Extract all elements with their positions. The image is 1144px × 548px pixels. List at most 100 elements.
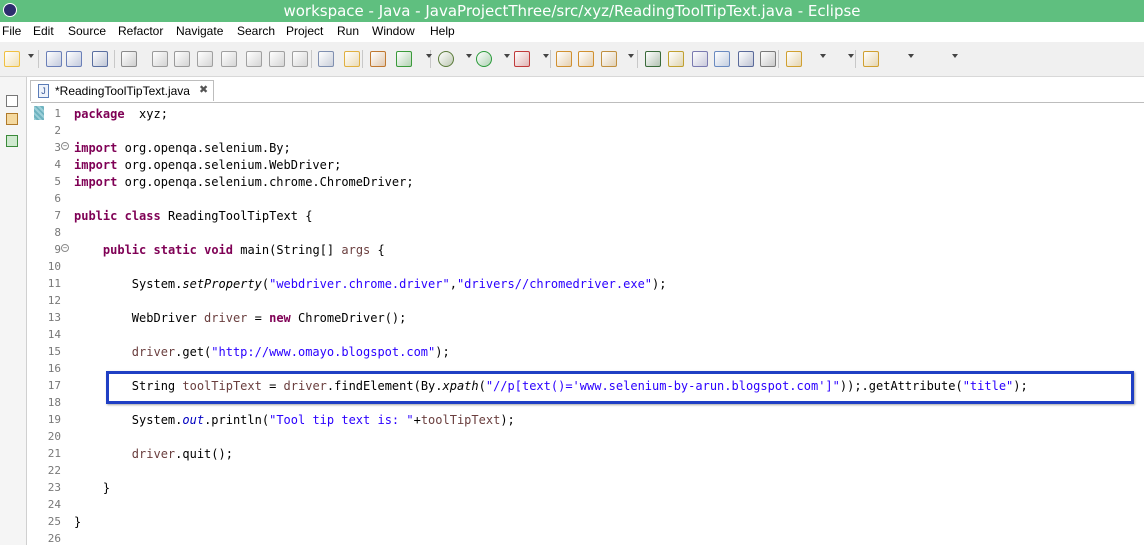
restore-icon[interactable] <box>6 95 18 107</box>
code-line[interactable]: 6 <box>31 191 1144 208</box>
code-line[interactable]: 10 <box>31 259 1144 276</box>
debug-icon[interactable] <box>438 51 454 67</box>
toolbar-separator <box>778 50 779 68</box>
line-number: 12 <box>47 294 61 307</box>
chevron-down-icon[interactable] <box>543 54 549 58</box>
code-editor[interactable]: 1 package xyz; 2 3− import org.openqa.seleni… <box>31 102 1144 546</box>
skip-breakpoints-icon[interactable] <box>121 51 137 67</box>
line-number: 1 <box>54 107 61 120</box>
new-icon[interactable] <box>4 51 20 67</box>
menu-navigate[interactable]: Navigate <box>176 24 223 38</box>
open-type-icon[interactable] <box>556 51 572 67</box>
resume-icon[interactable] <box>152 51 168 67</box>
new-java-package-icon[interactable] <box>370 51 386 67</box>
chevron-down-icon[interactable] <box>28 54 34 58</box>
code-line[interactable]: 14 <box>31 327 1144 344</box>
menu-source[interactable]: Source <box>68 24 106 38</box>
code-line[interactable]: 19 System.out.println("Tool tip text is:… <box>31 412 1144 429</box>
code-line[interactable]: 1 package xyz; <box>31 106 1144 123</box>
chevron-down-icon[interactable] <box>952 54 958 58</box>
next-annotation-icon[interactable] <box>714 51 730 67</box>
save-all-icon[interactable] <box>66 51 82 67</box>
code-line[interactable]: 2 <box>31 123 1144 140</box>
toolbar-separator <box>855 50 856 68</box>
code-line[interactable]: 12 <box>31 293 1144 310</box>
code-line[interactable]: 4 import org.openqa.selenium.WebDriver; <box>31 157 1144 174</box>
suspend-icon[interactable] <box>174 51 190 67</box>
code-line[interactable]: 23 } <box>31 480 1144 497</box>
hierarchy-icon[interactable] <box>6 135 18 147</box>
last-edit-location-icon[interactable] <box>760 51 776 67</box>
code-line[interactable]: 26 <box>31 531 1144 548</box>
line-number: 3 <box>54 141 61 154</box>
code-text: public class ReadingToolTipText { <box>74 209 313 223</box>
save-icon[interactable] <box>46 51 62 67</box>
step-over-icon[interactable] <box>269 51 285 67</box>
code-line[interactable]: 3− import org.openqa.selenium.By; <box>31 140 1144 157</box>
disconnect-icon[interactable] <box>221 51 237 67</box>
code-line[interactable]: 8 <box>31 225 1144 242</box>
package-explorer-icon[interactable] <box>6 113 18 125</box>
fold-toggle-icon[interactable]: − <box>61 244 69 252</box>
chevron-down-icon[interactable] <box>820 54 826 58</box>
line-number: 23 <box>47 481 61 494</box>
line-number: 19 <box>47 413 61 426</box>
search-icon[interactable] <box>601 51 617 67</box>
code-text: import org.openqa.selenium.WebDriver; <box>74 158 342 172</box>
step-return-icon[interactable] <box>292 51 308 67</box>
close-icon[interactable]: ✖ <box>199 83 208 96</box>
code-line[interactable]: 25} <box>31 514 1144 531</box>
menu-window[interactable]: Window <box>372 24 415 38</box>
chevron-down-icon[interactable] <box>628 54 634 58</box>
external-tools-icon[interactable] <box>514 51 530 67</box>
terminate-icon[interactable] <box>197 51 213 67</box>
step-into-icon[interactable] <box>246 51 262 67</box>
code-text: System.out.println("Tool tip text is: "+… <box>74 413 515 427</box>
run-icon[interactable] <box>476 51 492 67</box>
line-number: 16 <box>47 362 61 375</box>
menu-help[interactable]: Help <box>430 24 455 38</box>
menu-project[interactable]: Project <box>286 24 323 38</box>
code-line[interactable]: 24 <box>31 497 1144 514</box>
chevron-down-icon[interactable] <box>504 54 510 58</box>
toggle-block-selection-icon[interactable] <box>668 51 684 67</box>
drop-to-frame-icon[interactable] <box>318 51 334 67</box>
editor-tab[interactable]: J *ReadingToolTipText.java ✖ <box>30 80 214 101</box>
code-line[interactable]: 5 import org.openqa.selenium.chrome.Chrom… <box>31 174 1144 191</box>
show-whitespace-icon[interactable] <box>692 51 708 67</box>
code-text: WebDriver driver = new ChromeDriver(); <box>74 311 407 325</box>
new-java-class-icon[interactable] <box>396 51 412 67</box>
line-number: 26 <box>47 532 61 545</box>
forward-icon[interactable] <box>863 51 879 67</box>
menu-edit[interactable]: Edit <box>33 24 54 38</box>
chevron-down-icon[interactable] <box>426 54 432 58</box>
code-line[interactable]: 21 driver.quit(); <box>31 446 1144 463</box>
code-line[interactable]: 13 WebDriver driver = new ChromeDriver()… <box>31 310 1144 327</box>
print-icon[interactable] <box>92 51 108 67</box>
use-step-filters-icon[interactable] <box>344 51 360 67</box>
menu-refactor[interactable]: Refactor <box>118 24 163 38</box>
code-line[interactable]: 9− public static void main(String[] args… <box>31 242 1144 259</box>
line-number: 5 <box>54 175 61 188</box>
code-text: import org.openqa.selenium.chrome.Chrome… <box>74 175 414 189</box>
code-line[interactable]: 20 <box>31 429 1144 446</box>
code-text: public static void main(String[] args { <box>102 243 385 257</box>
code-line[interactable]: 22 <box>31 463 1144 480</box>
code-text: driver.quit(); <box>131 447 233 461</box>
code-line[interactable]: 7 public class ReadingToolTipText { <box>31 208 1144 225</box>
menu-run[interactable]: Run <box>337 24 359 38</box>
line-number: 22 <box>47 464 61 477</box>
chevron-down-icon[interactable] <box>466 54 472 58</box>
code-line[interactable]: 11 System.setProperty("webdriver.chrome.… <box>31 276 1144 293</box>
back-icon[interactable] <box>786 51 802 67</box>
chevron-down-icon[interactable] <box>908 54 914 58</box>
code-text: } <box>74 481 111 495</box>
menu-search[interactable]: Search <box>237 24 275 38</box>
chevron-down-icon[interactable] <box>848 54 854 58</box>
toggle-mark-occurrences-icon[interactable] <box>645 51 661 67</box>
fold-toggle-icon[interactable]: − <box>61 142 69 150</box>
menu-file[interactable]: File <box>2 24 21 38</box>
code-line[interactable]: 15 driver.get("http://www.omayo.blogspot… <box>31 344 1144 361</box>
open-task-icon[interactable] <box>578 51 594 67</box>
previous-annotation-icon[interactable] <box>738 51 754 67</box>
